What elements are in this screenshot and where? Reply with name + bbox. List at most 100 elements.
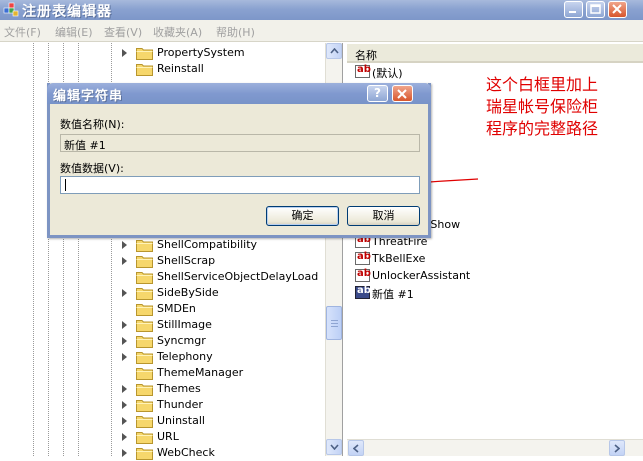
registry-editor-icon [3,2,19,17]
close-button[interactable] [608,1,627,18]
minimize-button[interactable] [564,1,583,18]
tree-item[interactable]: SideBySide [122,285,327,301]
expand-arrow-icon[interactable] [122,321,127,329]
tree-item[interactable]: ShellScrap [122,253,327,269]
folder-icon [136,64,153,76]
tree-item[interactable]: Themes [122,381,327,397]
scroll-left-button[interactable] [348,440,364,456]
menu-edit[interactable]: 编辑(E) [55,24,93,40]
tree-item-label: WebCheck [157,446,215,459]
expand-arrow-icon[interactable] [122,241,127,249]
column-header-name[interactable]: 名称 [347,44,643,63]
value-row[interactable]: ab UnlockerAssistant [355,268,635,285]
value-data-input[interactable] [60,176,420,194]
folder-icon [136,304,153,316]
string-value-icon: ab [355,285,371,299]
dialog-title: 编辑字符串 [53,89,124,104]
folder-icon [136,288,153,300]
dialog-titlebar[interactable]: 编辑字符串 ? [47,83,431,104]
tree-item[interactable]: Syncmgr [122,333,327,349]
tree-item[interactable]: PropertySystem [122,45,327,61]
folder-icon [136,48,153,60]
dialog-close-button[interactable] [392,85,413,102]
folder-icon [136,352,153,364]
maximize-button[interactable] [586,1,605,18]
maximize-icon [590,4,601,14]
cancel-button[interactable]: 取消 [347,206,420,226]
folder-icon [136,432,153,444]
tree-item[interactable]: Telephony [122,349,327,365]
folder-icon [136,368,153,380]
close-icon [612,4,622,14]
menu-bar: 文件(F) 编辑(E) 查看(V) 收藏夹(A) 帮助(H) [0,20,643,42]
folder-icon [136,256,153,268]
value-row[interactable]: ab TkBellExe [355,251,635,268]
expand-arrow-icon[interactable] [122,417,127,425]
expand-arrow-icon[interactable] [122,433,127,441]
tree-item-label: ShellServiceObjectDelayLoad [157,270,319,283]
dialog-help-button[interactable]: ? [367,85,388,102]
tree-item-label: URL [157,430,179,443]
folder-icon [136,320,153,332]
scroll-up-button[interactable] [326,43,342,59]
annotation-line: 瑞星帐号保险柜 [486,97,599,116]
value-row-label: TkBellExe [372,252,426,265]
menu-file[interactable]: 文件(F) [4,24,41,40]
minimize-icon [569,11,576,13]
expand-arrow-icon[interactable] [122,385,127,393]
tree-item[interactable]: URL [122,429,327,445]
tree-item-label: StillImage [157,318,212,331]
scroll-thumb[interactable] [326,306,342,340]
value-row-label: UnlockerAssistant [372,269,471,282]
chevron-left-icon [353,444,359,453]
tree-item-label: Reinstall [157,62,204,75]
tree-item-label: Themes [157,382,201,395]
annotation-line: 程序的完整路径 [486,119,599,138]
value-name-label: 数值名称(N): [60,118,125,131]
tree-item[interactable]: Uninstall [122,413,327,429]
values-horizontal-scrollbar[interactable] [347,439,643,456]
tree-guide-line [33,43,34,456]
annotation-line: 这个白框里加上 [486,75,599,94]
help-icon: ? [374,86,381,100]
chevron-right-icon [614,444,620,453]
tree-item[interactable]: Reinstall [122,61,327,77]
tree-item[interactable]: ThemeManager [122,365,327,381]
value-row-label: 新值 #1 [372,288,414,301]
tree-item-label: ThemeManager [157,366,244,379]
tree-item[interactable]: ShellServiceObjectDelayLoad [122,269,327,285]
tree-item-label: PropertySystem [157,46,245,59]
tree-item-label: SMDEn [157,302,196,315]
value-data-label: 数值数据(V): [60,162,124,175]
folder-icon [136,448,153,460]
tree-item-label: Thunder [157,398,203,411]
chevron-down-icon [330,444,339,450]
tree-item[interactable]: Thunder [122,397,327,413]
tree-item[interactable]: WebCheck [122,445,327,461]
tree-item[interactable]: SMDEn [122,301,327,317]
window-titlebar[interactable]: 注册表编辑器 [0,0,643,20]
value-row-label: (默认) [372,67,403,80]
tree-item-label: SideBySide [157,286,219,299]
window-title: 注册表编辑器 [22,4,112,20]
chevron-up-icon [330,48,339,54]
value-row[interactable]: ab 新值 #1 [355,285,635,302]
scroll-right-button[interactable] [609,440,625,456]
expand-arrow-icon[interactable] [122,337,127,345]
expand-arrow-icon[interactable] [122,353,127,361]
expand-arrow-icon[interactable] [122,401,127,409]
close-icon [397,89,407,99]
value-name-field: 新值 #1 [60,134,420,152]
expand-arrow-icon[interactable] [122,257,127,265]
expand-arrow-icon[interactable] [122,289,127,297]
tree-item-label: Syncmgr [157,334,206,347]
scroll-down-button[interactable] [326,439,342,455]
tree-item[interactable]: StillImage [122,317,327,333]
expand-arrow-icon[interactable] [122,49,127,57]
menu-favorites[interactable]: 收藏夹(A) [153,24,202,40]
folder-icon [136,416,153,428]
menu-help[interactable]: 帮助(H) [216,24,255,40]
menu-view[interactable]: 查看(V) [104,24,142,40]
tree-item[interactable]: ShellCompatibility [122,237,327,253]
ok-button[interactable]: 确定 [266,206,339,226]
